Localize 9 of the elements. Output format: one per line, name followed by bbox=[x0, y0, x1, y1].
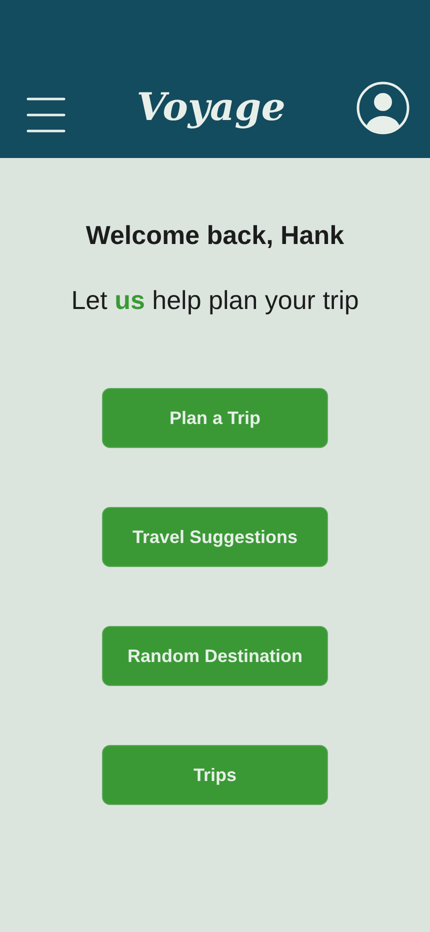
profile-icon[interactable] bbox=[356, 81, 410, 135]
action-button[interactable]: Travel Suggestions bbox=[102, 507, 328, 567]
app-logo: Voyage bbox=[136, 84, 286, 129]
greeting-heading: Welcome back, Hank bbox=[86, 220, 344, 251]
menu-icon[interactable] bbox=[26, 95, 66, 135]
action-button[interactable]: Random Destination bbox=[102, 626, 328, 686]
action-button[interactable]: Trips bbox=[102, 745, 328, 805]
tagline-text: Let us help plan your trip bbox=[71, 285, 359, 316]
action-button[interactable]: Plan a Trip bbox=[102, 388, 328, 448]
